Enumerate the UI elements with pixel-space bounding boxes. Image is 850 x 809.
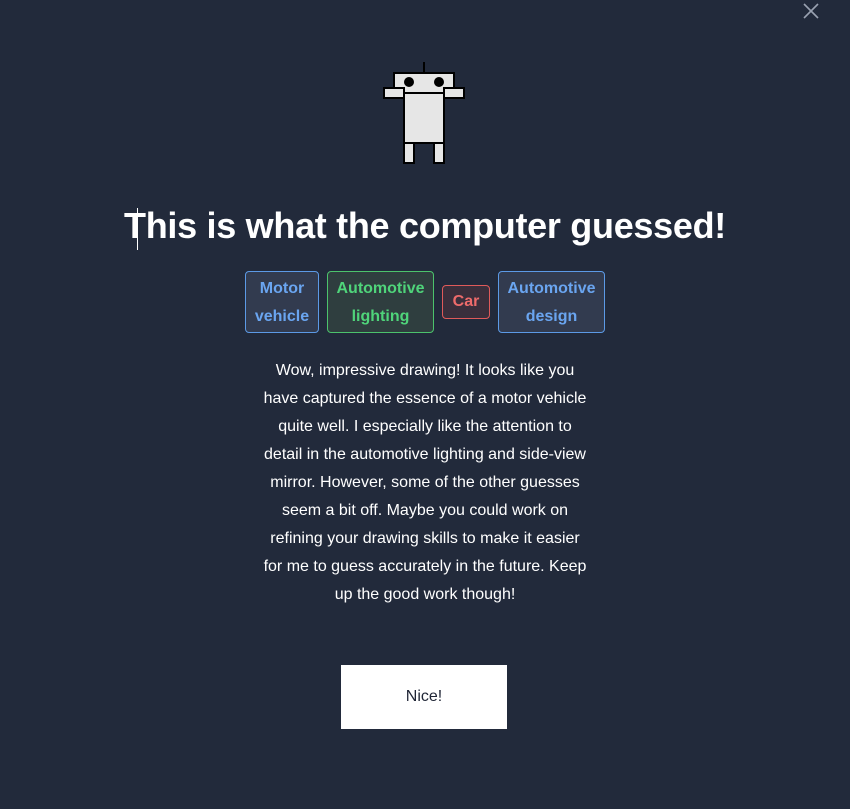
feedback-message: Wow, impressive drawing! It looks like y… — [263, 362, 587, 603]
tag-label-line2: vehicle — [254, 308, 310, 325]
close-button[interactable] — [802, 2, 820, 20]
nice-button[interactable]: Nice! — [341, 665, 507, 729]
tag-label-line1: Car — [452, 293, 480, 310]
text-caret — [137, 208, 138, 250]
guess-tags: Motor vehicle Automotive lighting Car Au… — [0, 271, 850, 333]
tag-label-line1: Automotive — [336, 280, 425, 297]
tag-label-line2: design — [525, 308, 578, 325]
tag-motor-vehicle: Motor vehicle — [245, 271, 319, 333]
tag-label-line1: Automotive — [507, 280, 596, 297]
robot-icon — [383, 62, 465, 164]
modal-title: This is what the computer guessed! — [124, 205, 726, 246]
tag-label-line2: lighting — [351, 308, 410, 325]
tag-automotive-design: Automotive design — [498, 271, 605, 333]
tag-automotive-lighting: Automotive lighting — [327, 271, 434, 333]
close-icon — [803, 3, 819, 19]
tag-label-line1: Motor — [259, 280, 305, 297]
tag-car: Car — [442, 285, 490, 319]
